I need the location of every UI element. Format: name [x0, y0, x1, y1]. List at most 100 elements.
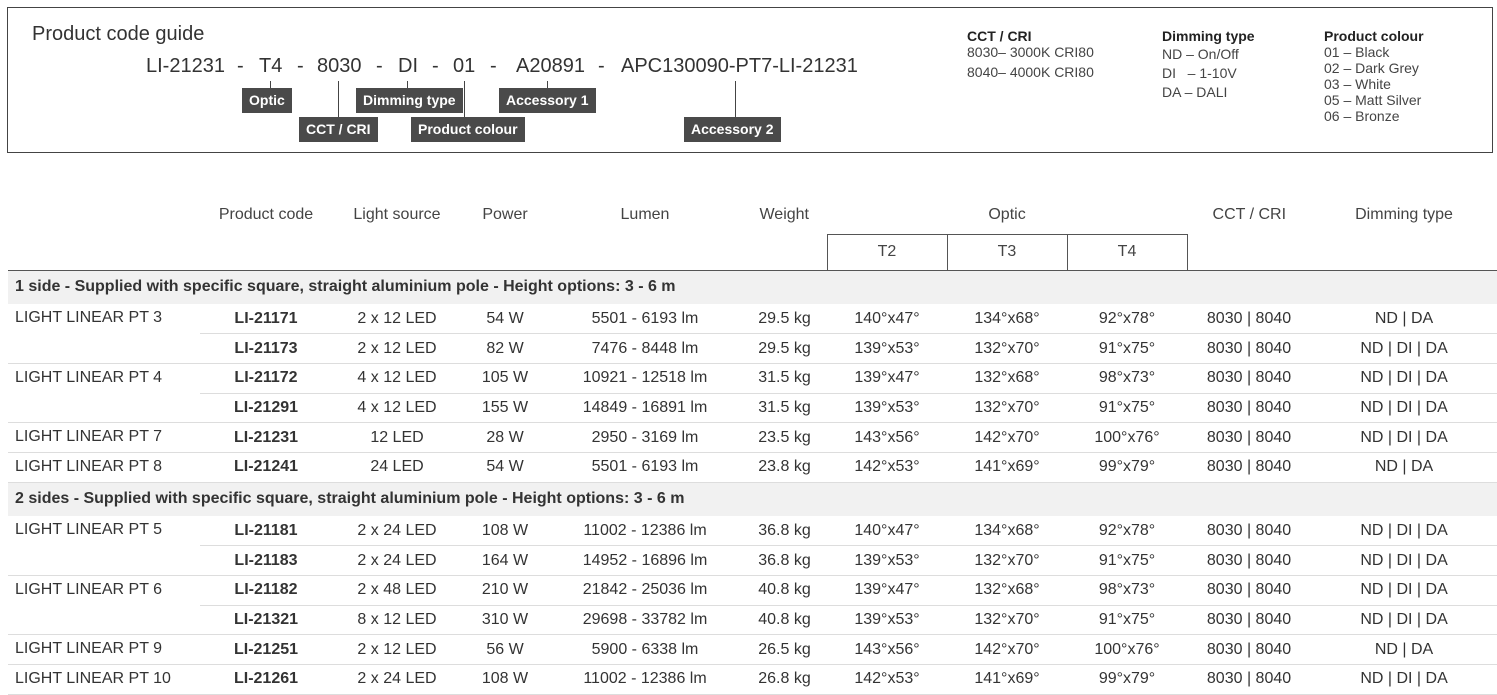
- product-code: LI-21183: [200, 545, 332, 576]
- power: 155 W: [462, 393, 548, 424]
- legend-item: DI – 1-10V: [1162, 65, 1237, 81]
- code-sep: -: [598, 55, 605, 77]
- legend-item: 02 – Dark Grey: [1324, 60, 1419, 76]
- optic-t3: 132°x68°: [947, 363, 1067, 394]
- product-name: LIGHT LINEAR PT 9: [8, 634, 200, 666]
- lumen: 14849 - 16891 lm: [548, 393, 742, 424]
- light-source: 8 x 12 LED: [332, 605, 462, 636]
- lumen: 11002 - 12386 lm: [548, 516, 742, 547]
- dimming-type: ND | DI | DA: [1311, 545, 1497, 576]
- weight: 36.8 kg: [742, 516, 827, 547]
- product-code: LI-21231: [200, 422, 332, 453]
- dimming-type: ND | DI | DA: [1311, 422, 1497, 453]
- cct-cri: 8030 | 8040: [1187, 452, 1312, 483]
- legend-colour: Product colour 01 – Black 02 – Dark Grey…: [1324, 28, 1424, 124]
- table-row: LI-21173 2 x 12 LED 82 W 7476 - 8448 lm 29.5…: [8, 333, 1497, 364]
- power: 310 W: [462, 605, 548, 636]
- legend-cct: CCT / CRI 8030– 3000K CRI80 8040– 4000K …: [967, 28, 1094, 80]
- lumen: 7476 - 8448 lm: [548, 333, 742, 364]
- optic-t3: 134°x68°: [947, 516, 1067, 547]
- legend-item: 01 – Black: [1324, 44, 1390, 60]
- product-code: LI-21251: [200, 634, 332, 666]
- product-name: LIGHT LINEAR PT 6: [8, 575, 200, 636]
- table-row: LIGHT LINEAR PT 8 LI-21241 24 LED 54 W 5501 …: [8, 452, 1497, 483]
- lumen: 29698 - 33782 lm: [548, 605, 742, 636]
- legend-title: Dimming type: [1162, 28, 1255, 44]
- table-row: LIGHT LINEAR PT 3 LI-21171 2 x 12 LED 54 W5…: [8, 304, 1497, 364]
- product-code: LI-21173: [200, 333, 332, 364]
- weight: 23.5 kg: [742, 422, 827, 453]
- optic-t4: 98°x73°: [1067, 575, 1188, 606]
- dimming-type: ND | DI | DA: [1311, 393, 1497, 424]
- optic-t4: 100°x76°: [1067, 422, 1188, 453]
- cct-cri: 8030 | 8040: [1187, 422, 1312, 453]
- dimming-type: ND | DI | DA: [1311, 605, 1497, 636]
- dimming-type: ND | DA: [1311, 634, 1497, 666]
- code-part: A20891: [516, 55, 585, 77]
- product-name: LIGHT LINEAR PT 8: [8, 452, 200, 483]
- table-row: LIGHT LINEAR PT 7 LI-21231 12 LED 28 W 2950 …: [8, 422, 1497, 453]
- product-code: LI-21261: [200, 664, 332, 695]
- legend-dimming: Dimming type ND – On/Off DI – 1-10V DA –…: [1162, 28, 1255, 102]
- optic-t4: 92°x78°: [1067, 516, 1188, 547]
- header-t4: T4: [1066, 233, 1188, 271]
- header-light-source: Light source: [332, 196, 462, 271]
- header-t2: T2: [826, 233, 948, 271]
- lumen: 5900 - 6338 lm: [548, 634, 742, 666]
- cct-cri: 8030 | 8040: [1187, 516, 1312, 547]
- optic-t3: 132°x70°: [947, 545, 1067, 576]
- table-row: LI-21321 8 x 12 LED 310 W 29698 - 33782 lm 4…: [8, 605, 1497, 636]
- power: 210 W: [462, 575, 548, 606]
- section-header: 2 sides - Supplied with specific square,…: [8, 482, 1497, 517]
- optic-t2: 139°x47°: [827, 575, 947, 606]
- optic-t3: 141°x69°: [947, 664, 1067, 695]
- optic-t3: 132°x70°: [947, 393, 1067, 424]
- optic-t2: 139°x53°: [827, 333, 947, 364]
- lumen: 14952 - 16896 lm: [548, 545, 742, 576]
- cct-cri: 8030 | 8040: [1187, 333, 1312, 364]
- optic-t2: 139°x47°: [827, 363, 947, 394]
- header-lumen: Lumen: [548, 196, 742, 271]
- dimming-type: ND | DA: [1311, 452, 1497, 483]
- optic-t2: 139°x53°: [827, 545, 947, 576]
- table-row: LIGHT LINEAR PT 9 LI-21251 2 x 12 LED 56 W5…: [8, 634, 1497, 666]
- code-sep: -: [297, 55, 304, 77]
- product-code: LI-21172: [200, 363, 332, 394]
- code-sep: -: [237, 55, 244, 77]
- optic-t4: 99°x79°: [1067, 664, 1188, 695]
- product-code: LI-21241: [200, 452, 332, 483]
- optic-t3: 142°x70°: [947, 634, 1067, 666]
- power: 108 W: [462, 664, 548, 695]
- cct-cri: 8030 | 8040: [1187, 634, 1312, 666]
- code-sep: -: [490, 55, 497, 77]
- table-row: LIGHT LINEAR PT 10 LI-21261 2 x 24 LED 108 …: [8, 664, 1497, 695]
- section-header: 1 side - Supplied with specific square, …: [8, 270, 1497, 304]
- optic-t3: 142°x70°: [947, 422, 1067, 453]
- optic-t4: 100°x76°: [1067, 634, 1188, 666]
- header-optic: Optic: [988, 205, 1026, 223]
- light-source: 2 x 24 LED: [332, 545, 462, 576]
- legend-item: 06 – Bronze: [1324, 108, 1400, 124]
- power: 54 W: [462, 452, 548, 483]
- lumen: 21842 - 25036 lm: [548, 575, 742, 606]
- weight: 31.5 kg: [742, 393, 827, 424]
- dimming-type: ND | DI | DA: [1311, 664, 1497, 695]
- optic-t2: 140°x47°: [827, 304, 947, 335]
- tag-accessory-2: Accessory 2: [684, 117, 781, 142]
- weight: 40.8 kg: [742, 605, 827, 636]
- product-code: LI-21181: [200, 516, 332, 547]
- power: 82 W: [462, 333, 548, 364]
- table-row: LIGHT LINEAR PT 6 LI-21182 2 x 48 LED 210 W…: [8, 575, 1497, 636]
- tag-colour: Product colour: [411, 117, 525, 142]
- weight: 36.8 kg: [742, 545, 827, 576]
- product-table: Product code Light source Power Lumen We…: [8, 196, 1497, 695]
- optic-t2: 143°x56°: [827, 634, 947, 666]
- weight: 26.8 kg: [742, 664, 827, 695]
- power: 56 W: [462, 634, 548, 666]
- light-source: 12 LED: [332, 422, 462, 453]
- light-source: 2 x 12 LED: [332, 333, 462, 364]
- header-weight: Weight: [742, 196, 827, 271]
- light-source: 4 x 12 LED: [332, 363, 462, 394]
- power: 108 W: [462, 516, 548, 547]
- product-code: LI-21182: [200, 575, 332, 606]
